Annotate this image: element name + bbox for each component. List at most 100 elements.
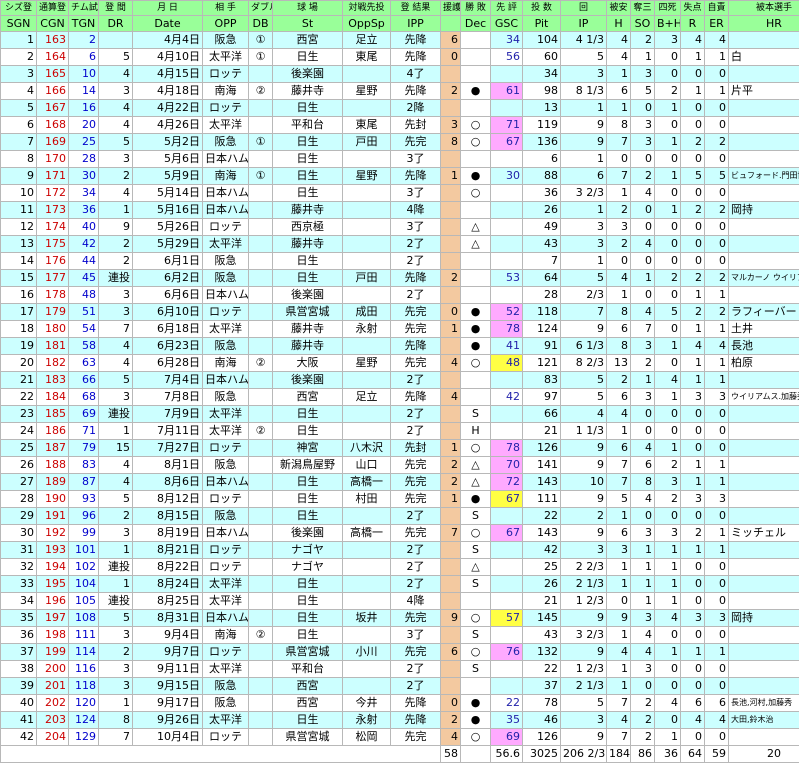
cell-oppsp [343,508,391,525]
cell-tgn: 116 [69,661,99,678]
cell-ipp: 先降 [391,49,441,66]
total-runs: 64 [681,746,705,763]
cell-h: 6 [607,389,631,406]
cell-sgn: 25 [1,440,37,457]
cell-dec: △ [461,474,491,491]
cell-bh: 1 [655,576,681,593]
cell-r: 3 [681,610,705,627]
cell-sgn: 23 [1,406,37,423]
cell-opp: 日本ハム [203,202,249,219]
cell-er: 2 [705,134,729,151]
cell-ip: 1 [561,151,607,168]
cell-cgn: 197 [37,610,69,627]
header-jp-3: 登 間 [99,1,133,16]
cell-hr: 柏原 [729,355,799,372]
cell-er: 4 [705,338,729,355]
cell-r: 0 [681,559,705,576]
cell-dec: S [461,542,491,559]
cell-gsc: 34 [491,32,523,49]
cell-sup: 6 [441,32,461,49]
cell-pit: 22 [523,508,561,525]
cell-tgn: 14 [69,83,99,100]
cell-er: 1 [705,457,729,474]
total-ip: 206 2/3 [561,746,607,763]
cell-sgn: 32 [1,559,37,576]
cell-sgn: 6 [1,117,37,134]
cell-oppsp [343,678,391,695]
cell-ipp: 2了 [391,236,441,253]
cell-bh: 4 [655,372,681,389]
cell-st: 西宮 [273,389,343,406]
cell-ip: 1 [561,253,607,270]
cell-date: 7月4日 [133,372,203,389]
cell-dr: 1 [99,202,133,219]
cell-db [249,661,273,678]
cell-date: 4月4日 [133,32,203,49]
cell-dec [461,49,491,66]
cell-sup [441,100,461,117]
cell-st: 県営宮城 [273,644,343,661]
cell-h: 7 [607,134,631,151]
cell-pit: 97 [523,389,561,406]
cell-so: 0 [631,678,655,695]
cell-ipp: 先完 [391,644,441,661]
cell-sgn: 24 [1,423,37,440]
cell-date: 9月26日 [133,712,203,729]
cell-st: 日生 [273,185,343,202]
cell-cgn: 179 [37,304,69,321]
cell-cgn: 204 [37,729,69,746]
cell-er: 0 [705,253,729,270]
table-row: 161784836月6日日本ハム後楽園2了282/310011 [1,287,799,304]
cell-st: 藤井寺 [273,321,343,338]
cell-hr [729,32,799,49]
cell-er: 0 [705,729,729,746]
cell-dr: 3 [99,389,133,406]
cell-sgn: 9 [1,168,37,185]
cell-so: 0 [631,100,655,117]
cell-db [249,202,273,219]
cell-date: 8月1日 [133,457,203,474]
cell-so: 1 [631,593,655,610]
header-jp-9: 登 結果 [391,1,441,16]
cell-dr: 4 [99,457,133,474]
cell-ipp: 先完 [391,729,441,746]
cell-st: 日生 [273,134,343,151]
cell-opp: 日本ハム [203,474,249,491]
cell-st: 西京極 [273,219,343,236]
cell-cgn: 180 [37,321,69,338]
cell-er: 0 [705,219,729,236]
table-row: 221846837月8日阪急西宮足立先降44297563133ウイリアムス.加藤… [1,389,799,406]
cell-hr [729,644,799,661]
cell-hr [729,627,799,644]
cell-ipp: 先完 [391,321,441,338]
cell-sgn: 39 [1,678,37,695]
cell-st: 日生 [273,253,343,270]
cell-dr: 4 [99,185,133,202]
cell-sup [441,678,461,695]
cell-tgn: 28 [69,151,99,168]
cell-hr [729,593,799,610]
cell-oppsp: 坂井 [343,610,391,627]
cell-cgn: 168 [37,117,69,134]
cell-hr: 岡持 [729,202,799,219]
cell-cgn: 186 [37,423,69,440]
cell-gsc: 52 [491,304,523,321]
cell-so: 7 [631,321,655,338]
cell-oppsp [343,627,391,644]
cell-hr [729,457,799,474]
cell-pit: 42 [523,542,561,559]
cell-sup [441,576,461,593]
cell-gsc [491,593,523,610]
cell-opp: 南海 [203,627,249,644]
cell-sgn: 3 [1,66,37,83]
cell-ipp: 先降 [391,270,441,287]
cell-hr [729,253,799,270]
cell-r: 3 [681,491,705,508]
cell-cgn: 198 [37,627,69,644]
cell-pit: 118 [523,304,561,321]
cell-st: 日生 [273,423,343,440]
cell-db [249,338,273,355]
cell-pit: 7 [523,253,561,270]
cell-oppsp: 戸田 [343,134,391,151]
cell-h: 1 [607,678,631,695]
